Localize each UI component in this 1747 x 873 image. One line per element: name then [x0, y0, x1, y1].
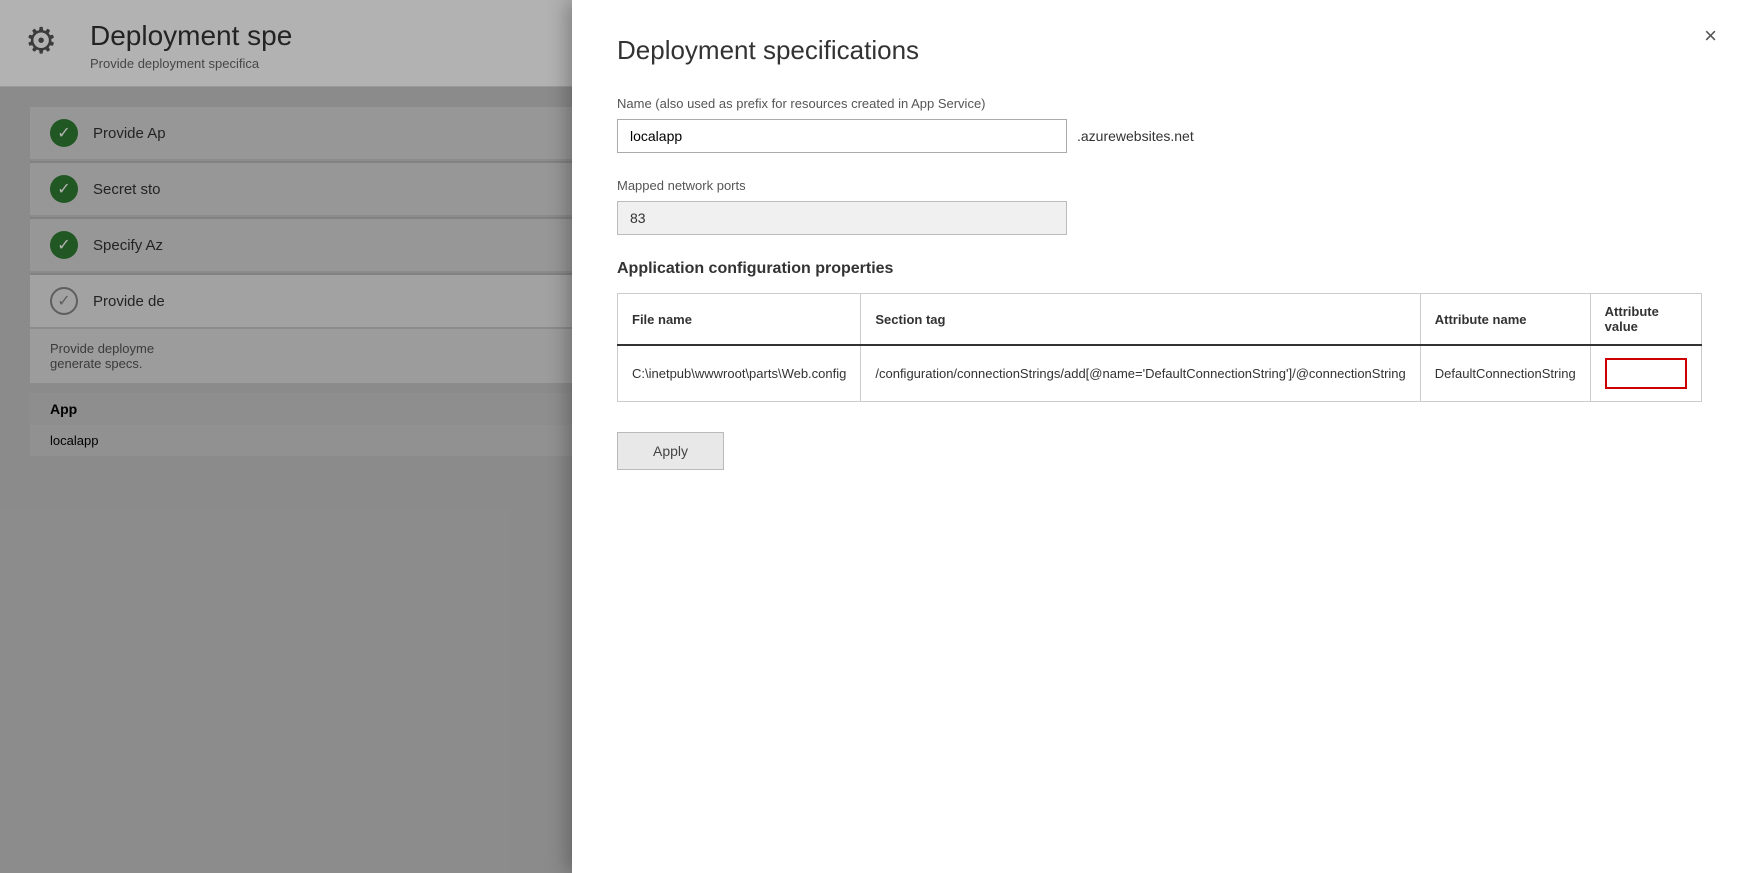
config-table: File name Section tag Attribute name Att… [617, 293, 1702, 402]
col-section-tag: Section tag [861, 294, 1420, 346]
name-input[interactable] [617, 119, 1067, 153]
cell-section-tag: /configuration/connectionStrings/add[@na… [861, 345, 1420, 402]
close-button[interactable]: × [1704, 25, 1717, 47]
col-attribute-value: Attribute value [1590, 294, 1701, 346]
config-table-body: C:\inetpub\wwwroot\parts\Web.config /con… [618, 345, 1702, 402]
col-file-name: File name [618, 294, 861, 346]
col-attribute-name: Attribute name [1420, 294, 1590, 346]
name-field-row: .azurewebsites.net [617, 119, 1702, 153]
name-field-group: Name (also used as prefix for resources … [617, 96, 1702, 153]
apply-button[interactable]: Apply [617, 432, 724, 470]
config-table-header-row: File name Section tag Attribute name Att… [618, 294, 1702, 346]
domain-suffix: .azurewebsites.net [1077, 128, 1194, 144]
config-table-head: File name Section tag Attribute name Att… [618, 294, 1702, 346]
modal-title: Deployment specifications [617, 35, 1702, 66]
cell-attribute-name: DefaultConnectionString [1420, 345, 1590, 402]
cell-file-name: C:\inetpub\wwwroot\parts\Web.config [618, 345, 861, 402]
ports-field-label: Mapped network ports [617, 178, 1702, 193]
modal-dialog: × Deployment specifications Name (also u… [572, 0, 1747, 873]
ports-input[interactable] [617, 201, 1067, 235]
ports-field-group: Mapped network ports [617, 178, 1702, 235]
cell-attribute-value [1590, 345, 1701, 402]
attribute-value-input[interactable] [1605, 358, 1687, 389]
config-section-title: Application configuration properties [617, 260, 1702, 278]
table-row: C:\inetpub\wwwroot\parts\Web.config /con… [618, 345, 1702, 402]
ports-field-row [617, 201, 1702, 235]
name-field-label: Name (also used as prefix for resources … [617, 96, 1702, 111]
modal-overlay: × Deployment specifications Name (also u… [0, 0, 1747, 873]
